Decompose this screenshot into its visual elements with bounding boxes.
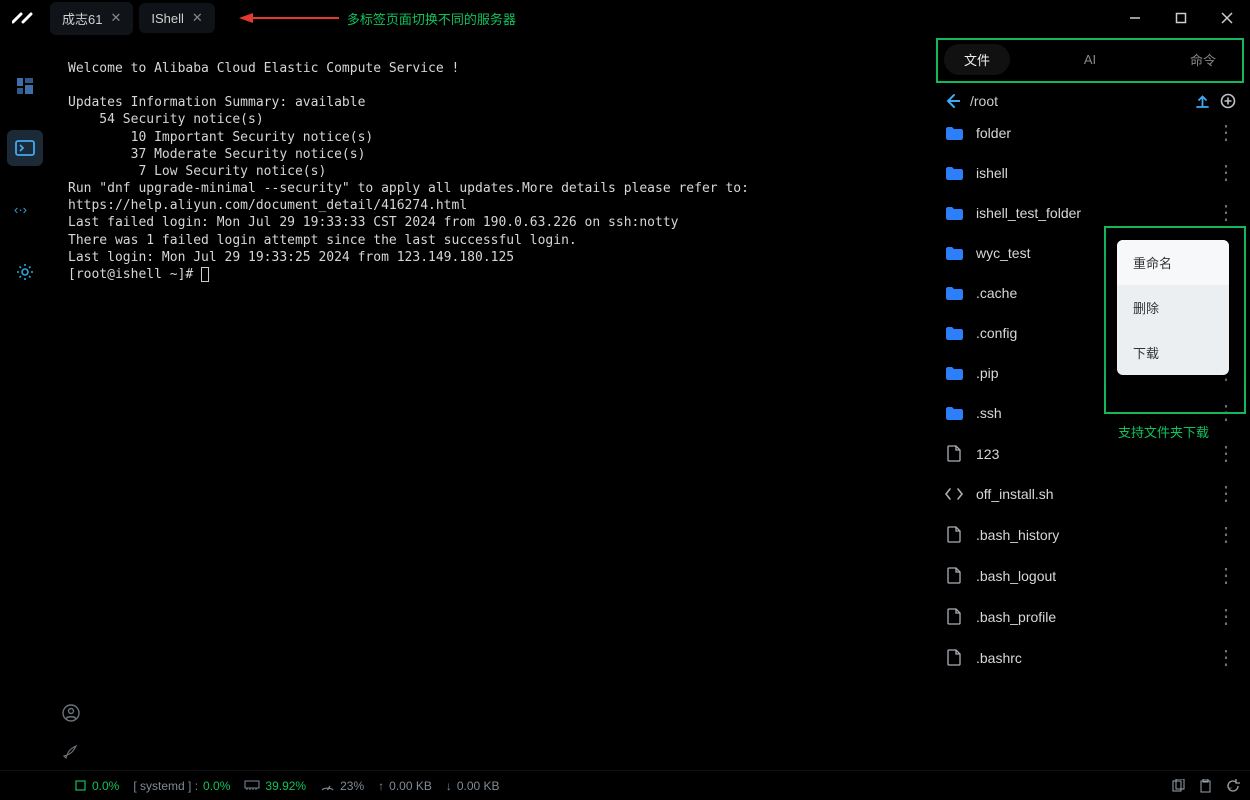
rocket-icon[interactable]: [62, 744, 80, 762]
tab-1[interactable]: IShell ✕: [139, 3, 214, 33]
right-tab-ai[interactable]: AI: [1064, 46, 1116, 73]
file-list: folder⋮ishell⋮ishell_test_folder⋮wyc_tes…: [930, 113, 1250, 770]
code-icon: [944, 487, 964, 501]
folder-icon: [944, 406, 964, 421]
context-menu: 重命名 删除 下载: [1117, 240, 1229, 375]
folder-icon: [944, 166, 964, 181]
upload-icon[interactable]: [1195, 94, 1210, 109]
right-tab-files[interactable]: 文件: [944, 44, 1010, 75]
file-name: .bash_history: [976, 527, 1204, 543]
copy-icon[interactable]: [1171, 779, 1185, 793]
status-download: ↓0.00 KB: [446, 779, 500, 793]
right-panel: 文件 AI 命令 /root folder⋮ishell⋮ishell_test: [930, 36, 1250, 770]
annotation-text: 多标签页面切换不同的服务器: [347, 9, 516, 28]
path-row: /root: [930, 83, 1250, 113]
status-bar: 0.0% [ systemd ] : 0.0% 39.92% 23% ↑0.00…: [0, 770, 1250, 800]
file-name: .bashrc: [976, 650, 1204, 666]
close-icon[interactable]: ✕: [192, 10, 203, 26]
sidebar: ‹·›: [0, 36, 50, 770]
tab-label: 成志61: [62, 9, 102, 28]
context-menu-delete[interactable]: 删除: [1117, 285, 1229, 330]
file-name: folder: [976, 125, 1204, 141]
terminal-area[interactable]: Welcome to Alibaba Cloud Elastic Compute…: [50, 36, 930, 770]
context-menu-rename[interactable]: 重命名: [1117, 240, 1229, 285]
folder-icon: [944, 206, 964, 221]
context-menu-download[interactable]: 下载: [1117, 330, 1229, 375]
right-tabs: 文件 AI 命令: [944, 44, 1236, 75]
app-logo: [0, 12, 50, 24]
minimize-button[interactable]: [1112, 0, 1158, 36]
file-name: 123: [976, 446, 1204, 462]
annotation-right-tabs-outline: 文件 AI 命令: [936, 38, 1244, 83]
file-name: .ssh: [976, 405, 1204, 421]
file-row[interactable]: .bash_history⋮: [930, 514, 1250, 555]
file-name: ishell_test_folder: [976, 205, 1204, 221]
file-icon: [944, 445, 964, 462]
file-icon: [944, 567, 964, 584]
file-row[interactable]: folder⋮: [930, 113, 1250, 153]
paste-icon[interactable]: [1199, 779, 1212, 793]
annotation-download-note: 支持文件夹下载: [1118, 422, 1209, 441]
titlebar: 成志61 ✕ IShell ✕ 多标签页面切换不同的服务器: [0, 0, 1250, 36]
sidebar-dashboard-icon[interactable]: [7, 68, 43, 104]
file-row[interactable]: ishell⋮: [930, 153, 1250, 193]
tab-label: IShell: [151, 11, 184, 26]
current-path: /root: [970, 93, 998, 109]
status-disk: 23%: [320, 779, 364, 793]
user-icon[interactable]: [62, 704, 80, 722]
annotation-tabs: 多标签页面切换不同的服务器: [239, 9, 516, 28]
status-systemd: [ systemd ] : 0.0%: [133, 779, 230, 793]
file-name: .bash_profile: [976, 609, 1204, 625]
file-name: off_install.sh: [976, 486, 1204, 502]
folder-icon: [944, 126, 964, 141]
folder-icon: [944, 246, 964, 261]
svg-text:‹·›: ‹·›: [14, 203, 27, 217]
status-dash: -: [1228, 780, 1232, 794]
file-name: ishell: [976, 165, 1204, 181]
file-row[interactable]: .bash_logout⋮: [930, 555, 1250, 596]
sidebar-transfer-icon[interactable]: ‹·›: [7, 192, 43, 228]
sidebar-terminal-icon[interactable]: [7, 130, 43, 166]
file-row[interactable]: .bash_profile⋮: [930, 596, 1250, 637]
maximize-button[interactable]: [1158, 0, 1204, 36]
close-icon[interactable]: ✕: [110, 10, 121, 26]
terminal-output: Welcome to Alibaba Cloud Elastic Compute…: [68, 60, 930, 283]
folder-icon: [944, 286, 964, 301]
file-icon: [944, 526, 964, 543]
back-icon[interactable]: [944, 93, 960, 109]
status-cpu: 0.0%: [74, 779, 119, 793]
file-name: .bash_logout: [976, 568, 1204, 584]
close-button[interactable]: [1204, 0, 1250, 36]
tab-0[interactable]: 成志61 ✕: [50, 2, 133, 35]
file-icon: [944, 608, 964, 625]
file-row[interactable]: off_install.sh⋮: [930, 474, 1250, 514]
folder-icon: [944, 366, 964, 381]
status-upload: ↑0.00 KB: [378, 779, 432, 793]
window-controls: [1112, 0, 1250, 36]
folder-icon: [944, 326, 964, 341]
file-icon: [944, 649, 964, 666]
right-tab-commands[interactable]: 命令: [1170, 44, 1236, 75]
add-icon[interactable]: [1220, 93, 1236, 109]
status-memory: 39.92%: [244, 779, 306, 793]
file-row[interactable]: .bashrc⋮: [930, 637, 1250, 678]
sidebar-settings-icon[interactable]: [7, 254, 43, 290]
session-tabs: 成志61 ✕ IShell ✕: [50, 2, 215, 35]
file-row[interactable]: ishell_test_folder⋮: [930, 193, 1250, 233]
